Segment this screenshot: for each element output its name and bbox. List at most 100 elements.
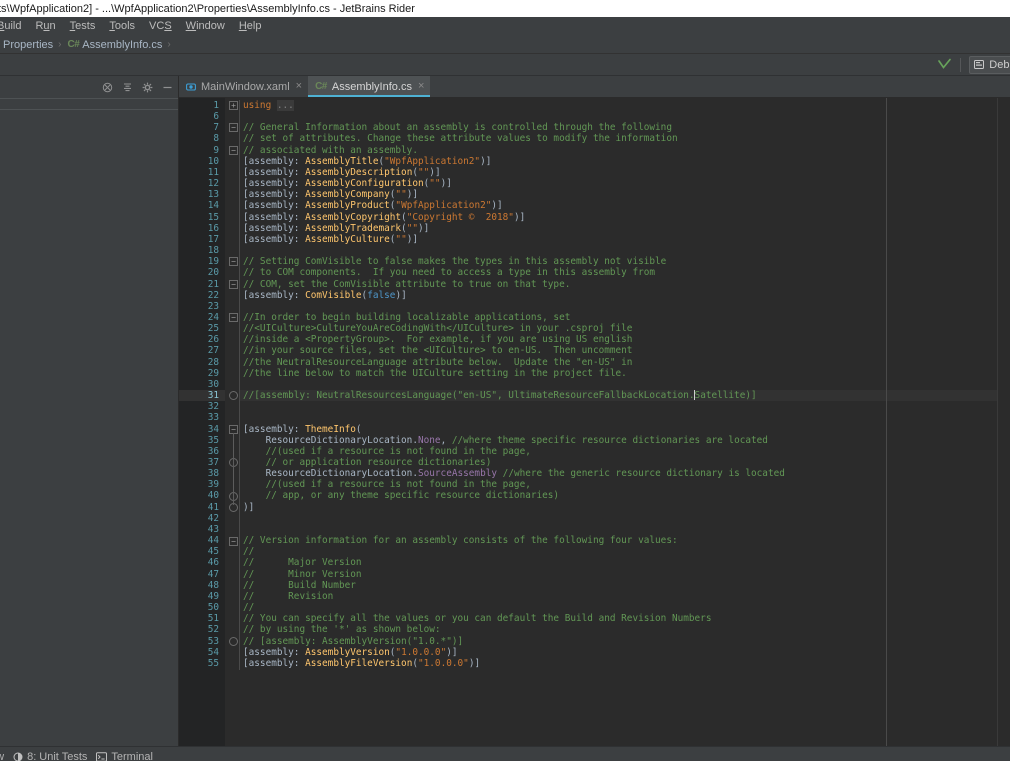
code-line[interactable]: // app, or any theme specific resource d… — [239, 490, 997, 501]
fold-collapse-icon[interactable]: − — [229, 145, 238, 155]
code-line[interactable]: //In order to begin building localizable… — [239, 312, 997, 323]
code-line[interactable]: // Setting ComVisible to false makes the… — [239, 256, 997, 267]
code-line[interactable]: // General Information about an assembly… — [239, 122, 997, 133]
code-line[interactable]: //the NeutralResourceLanguage attribute … — [239, 357, 997, 368]
editor-tab-mainwindow-xaml[interactable]: MainWindow.xaml × — [179, 76, 309, 97]
code-editor[interactable]: 1 6 7 8 9 10 11 12 13 14 15 16 17 18 19 20 21 22 23 24 25 26 2… — [179, 98, 1010, 746]
code-line[interactable]: // Minor Version — [239, 569, 997, 580]
code-token-cmt: // — [243, 546, 255, 558]
code-line[interactable]: [assembly: AssemblyCompany("")] — [239, 189, 997, 200]
line-number: 11 — [207, 166, 219, 178]
settings-gear-icon[interactable] — [142, 82, 153, 93]
tool-window-button-ew[interactable]: ew — [0, 751, 13, 761]
code-line[interactable]: [assembly: ComVisible(false)] — [239, 290, 997, 301]
code-token-sp — [243, 468, 266, 479]
code-line[interactable] — [239, 245, 997, 256]
code-line[interactable] — [239, 524, 997, 535]
code-line[interactable]: [assembly: ThemeInfo( — [239, 424, 997, 435]
code-line[interactable]: [assembly: AssemblyConfiguration("")] — [239, 178, 997, 189]
menu-item-vcs[interactable]: VCS — [142, 18, 179, 34]
code-line[interactable]: // Version information for an assembly c… — [239, 535, 997, 546]
code-line[interactable]: ResourceDictionaryLocation.SourceAssembl… — [239, 468, 997, 479]
error-stripe-scrollbar[interactable] — [997, 98, 1010, 746]
menu-item-tools[interactable]: Tools — [102, 18, 142, 34]
line-number: 22 — [207, 289, 219, 301]
fold-collapse-icon[interactable]: − — [229, 279, 238, 289]
code-text-area[interactable]: using ... // General Information about an… — [239, 98, 997, 746]
menu-item-build[interactable]: Build — [0, 18, 28, 34]
fold-collapse-icon[interactable]: − — [229, 536, 238, 546]
menu-bar: Build Run Tests Tools VCS Window Help — [0, 17, 1010, 36]
fold-collapse-icon[interactable]: − — [229, 313, 238, 323]
line-number: 18 — [207, 245, 219, 257]
code-line[interactable]: // by using the '*' as shown below: — [239, 624, 997, 635]
menu-item-run[interactable]: Run — [28, 18, 62, 34]
fold-collapse-icon[interactable]: − — [229, 123, 238, 133]
code-line[interactable]: [assembly: AssemblyDescription("")] — [239, 167, 997, 178]
code-line[interactable]: // COM, set the ComVisible attribute to … — [239, 279, 997, 290]
expand-all-icon[interactable] — [122, 82, 133, 93]
code-line[interactable]: // You can specify all the values or you… — [239, 613, 997, 624]
code-folding-gutter[interactable]: + − − − − − − − — [225, 98, 239, 746]
menu-item-help[interactable]: Help — [232, 18, 269, 34]
code-line[interactable]: [assembly: AssemblyCulture("")] — [239, 234, 997, 245]
code-line[interactable]: //(used if a resource is not found in th… — [239, 446, 997, 457]
code-line[interactable] — [239, 379, 997, 390]
code-line[interactable]: // or application resource dictionaries) — [239, 457, 997, 468]
run-configuration-selector[interactable]: Debug | Any — [969, 55, 1010, 74]
code-line[interactable]: using ... — [239, 100, 997, 111]
code-line[interactable]: [assembly: AssemblyCopyright("Copyright … — [239, 212, 997, 223]
breadcrumb-item-file[interactable]: C# AssemblyInfo.cs — [64, 39, 164, 51]
code-token-punct: )] — [418, 222, 430, 234]
fold-region-end-icon[interactable] — [229, 637, 238, 647]
menu-item-tests[interactable]: Tests — [63, 18, 103, 34]
code-line[interactable]: // — [239, 602, 997, 613]
code-line[interactable]: // Major Version — [239, 557, 997, 568]
code-line[interactable]: [assembly: AssemblyFileVersion("1.0.0.0"… — [239, 658, 997, 669]
code-line[interactable]: //[assembly: NeutralResourcesLanguage("e… — [239, 390, 997, 402]
code-line[interactable]: )] — [239, 502, 997, 513]
code-line[interactable]: // to COM components. If you need to acc… — [239, 267, 997, 278]
code-line[interactable]: //inside a <PropertyGroup>. For example,… — [239, 334, 997, 345]
close-icon[interactable]: × — [418, 81, 424, 92]
tool-window-button-unit-tests[interactable]: 8: Unit Tests — [13, 751, 96, 761]
code-line[interactable]: //(used if a resource is not found in th… — [239, 479, 997, 490]
close-icon[interactable]: × — [296, 81, 302, 92]
code-line[interactable]: //the line below to match the UICulture … — [239, 368, 997, 379]
fold-region-end-icon[interactable] — [229, 391, 238, 401]
code-line[interactable]: // [assembly: AssemblyVersion("1.0.*")] — [239, 636, 997, 647]
code-line[interactable]: //<UICulture>CultureYouAreCodingWith</UI… — [239, 323, 997, 334]
code-line[interactable]: [assembly: AssemblyTitle("WpfApplication… — [239, 156, 997, 167]
code-line[interactable]: // Revision — [239, 591, 997, 602]
code-line[interactable]: // Build Number — [239, 580, 997, 591]
tool-window-bar: ew 8: Unit Tests Terminal — [0, 746, 1010, 761]
code-line[interactable]: [assembly: AssemblyTrademark("")] — [239, 223, 997, 234]
code-line[interactable]: //in your source files, set the <UICultu… — [239, 345, 997, 356]
fold-collapse-icon[interactable]: − — [229, 257, 238, 267]
code-token-cmt: // by using the '*' as shown below: — [243, 624, 441, 636]
breadcrumb-item-properties[interactable]: Properties — [0, 39, 55, 51]
code-line[interactable]: [assembly: AssemblyVersion("1.0.0.0")] — [239, 647, 997, 658]
code-line[interactable] — [239, 401, 997, 412]
code-token-str: "WpfApplication2" — [384, 155, 481, 167]
code-line[interactable] — [239, 412, 997, 423]
code-line[interactable] — [239, 513, 997, 524]
code-token-attr: AssemblyProduct — [305, 200, 390, 212]
fold-expand-icon[interactable]: + — [229, 101, 238, 110]
tool-window-button-terminal[interactable]: Terminal — [96, 751, 162, 761]
collapse-all-icon[interactable] — [102, 82, 113, 93]
hide-panel-icon[interactable] — [162, 82, 173, 93]
code-line[interactable] — [239, 301, 997, 312]
solution-explorer-tree[interactable] — [0, 110, 178, 746]
line-number: 49 — [207, 590, 219, 602]
code-line[interactable]: ResourceDictionaryLocation.None, //where… — [239, 435, 997, 446]
editor-tab-assemblyinfo-cs[interactable]: C# AssemblyInfo.cs × — [308, 76, 431, 97]
code-line[interactable] — [239, 111, 997, 122]
menu-item-window[interactable]: Window — [179, 18, 232, 34]
code-token-sp — [243, 479, 266, 490]
code-line[interactable]: // associated with an assembly. — [239, 145, 997, 156]
code-line[interactable]: // set of attributes. Change these attri… — [239, 133, 997, 144]
code-line[interactable]: // — [239, 546, 997, 557]
code-line[interactable]: [assembly: AssemblyProduct("WpfApplicati… — [239, 200, 997, 211]
checkmark-icon[interactable] — [937, 58, 952, 71]
